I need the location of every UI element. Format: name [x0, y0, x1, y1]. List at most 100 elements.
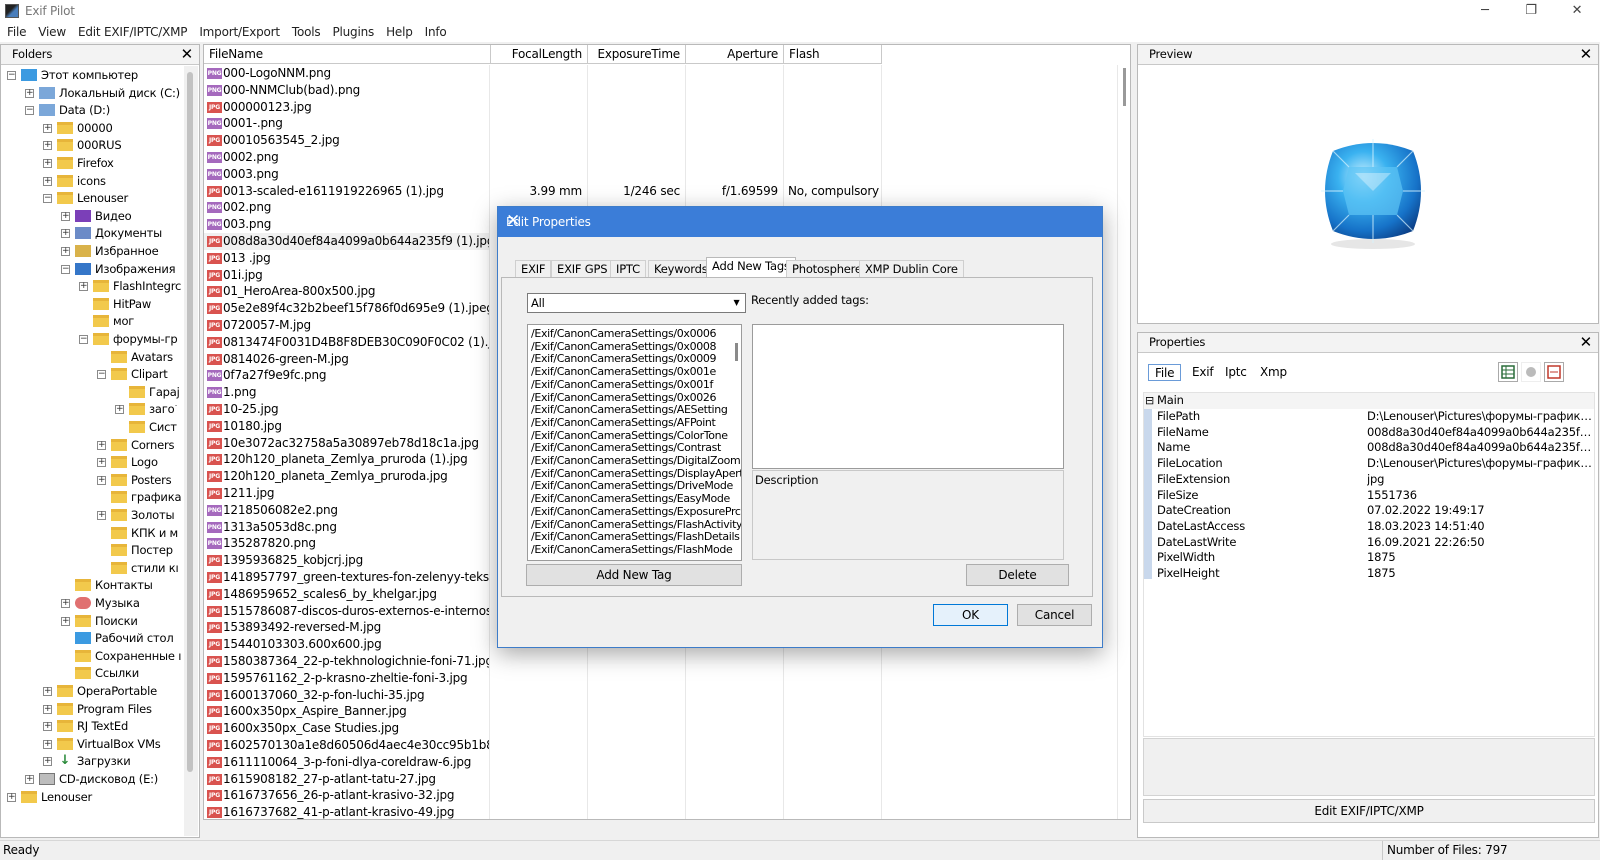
tree-node[interactable]: + VirtualBox VMs	[1, 736, 183, 753]
expand-icon[interactable]: +	[43, 159, 52, 168]
column-focallength[interactable]: FocalLength	[491, 45, 588, 64]
grid-view-icon[interactable]	[1498, 362, 1518, 382]
file-row[interactable]: PNG 000-NNMClub(bad).png	[204, 81, 1119, 99]
tree-node[interactable]: + загоׂ	[1, 401, 183, 418]
property-row[interactable]: DateCreation 07.02.2022 19:49:17	[1144, 503, 1594, 519]
file-row[interactable]: PNG 000-LogoNNM.png	[204, 65, 1119, 82]
close-window-button[interactable]: ✕	[1554, 0, 1600, 24]
menu-file[interactable]: File	[0, 24, 32, 40]
expand-icon[interactable]: +	[25, 775, 34, 784]
tree-node[interactable]: + Музыка	[1, 595, 183, 612]
tree-node[interactable]: + Firefox	[1, 155, 183, 172]
expand-icon[interactable]: +	[97, 440, 106, 450]
file-row[interactable]: JPG 1600137060_32-p-fon-luchi-35.jpg	[204, 686, 1119, 704]
collapse-icon[interactable]: −	[79, 335, 88, 344]
folder-tree-scrollbar[interactable]	[184, 66, 198, 836]
expand-icon[interactable]: +	[97, 475, 106, 485]
tag-list-item[interactable]: /Exif/CanonCameraSettings/EasyMode	[531, 492, 730, 505]
file-row[interactable]: JPG 000000123.jpg	[204, 98, 1119, 116]
expand-icon[interactable]: +	[43, 687, 52, 696]
expand-icon[interactable]: +	[61, 616, 70, 626]
tree-node[interactable]: КПК и м	[1, 525, 183, 542]
tag-list-item[interactable]: /Exif/CanonCameraSettings/ExposurePrc	[531, 505, 741, 518]
tag-list-item[interactable]: /Exif/CanonCameraSettings/AESetting	[531, 403, 728, 416]
edit-exif-button[interactable]: Edit EXIF/IPTC/XMP	[1143, 799, 1595, 823]
tree-node[interactable]: − Clipart	[1, 366, 183, 383]
tab-file[interactable]: File	[1148, 364, 1182, 381]
collapse-icon[interactable]: −	[7, 71, 16, 80]
tree-node[interactable]: стили кı	[1, 560, 183, 577]
maximize-button[interactable]: ❐	[1508, 0, 1554, 24]
tree-node[interactable]: + Program Files	[1, 701, 183, 718]
file-row[interactable]: JPG 1595761162_2-p-krasno-zheltie-foni-3.…	[204, 669, 1119, 687]
menu-info[interactable]: Info	[419, 24, 453, 40]
tree-node[interactable]: Ссылки	[1, 665, 183, 682]
property-row[interactable]: FileLocation D:\Lenouser\Pictures\форумы-…	[1144, 456, 1594, 472]
tree-node[interactable]: + Избранное	[1, 243, 183, 260]
expand-icon[interactable]: +	[61, 247, 70, 256]
group-main[interactable]: ⊟ Main	[1144, 393, 1594, 409]
tag-list-item[interactable]: /Exif/CanonCameraSettings/0x001f	[531, 378, 713, 391]
tree-node[interactable]: + Поиски	[1, 613, 183, 630]
column-aperture[interactable]: Aperture	[686, 45, 784, 64]
delete-tag-button[interactable]: Delete	[966, 564, 1069, 586]
property-row[interactable]: Name 008d8a30d40ef84a4099a0b644a235f9 ...	[1144, 440, 1594, 456]
expand-icon[interactable]: +	[43, 739, 52, 749]
tree-node[interactable]: − Этот компьютер	[1, 67, 183, 84]
tree-node[interactable]: +000RUS	[1, 137, 183, 154]
tree-node[interactable]: HitPaw	[1, 296, 183, 313]
expand-icon[interactable]: +	[61, 229, 70, 239]
tab-add-new-tags[interactable]: Add New Tags	[706, 257, 796, 279]
recently-added-list[interactable]	[752, 324, 1064, 469]
expand-icon[interactable]: +	[43, 757, 52, 767]
tree-node[interactable]: + CD-дисковод (E:)	[1, 771, 183, 788]
tree-node[interactable]: + FlashIntegrc	[1, 278, 183, 295]
tree-node[interactable]: Сист	[1, 419, 183, 436]
tag-list-item[interactable]: /Exif/CanonCameraSettings/0x0026	[531, 391, 717, 404]
file-row[interactable]: JPG 1611110064_3-p-foni-dlya-coreldraw-6.…	[204, 753, 1119, 771]
close-properties-icon[interactable]: ✕	[1580, 333, 1593, 352]
file-row[interactable]: PNG 0003.png	[204, 165, 1119, 183]
tree-node[interactable]: + OperaPortable	[1, 683, 183, 700]
tree-node[interactable]: + Золоты	[1, 507, 183, 524]
tree-node[interactable]: + Logo	[1, 454, 183, 471]
menu-tools[interactable]: Tools	[286, 24, 327, 40]
column-filename[interactable]: FileName	[204, 45, 491, 64]
expand-icon[interactable]: +	[61, 599, 70, 608]
expand-icon[interactable]: +	[43, 123, 52, 133]
file-row[interactable]: JPG 1615908182_27-p-atlant-tatu-27.jpg	[204, 770, 1119, 788]
tag-list-item[interactable]: /Exif/CanonCameraSettings/0x0008	[531, 340, 717, 353]
tab-iptc[interactable]: IPTC	[610, 260, 646, 278]
expand-icon[interactable]: +	[43, 176, 52, 186]
tree-node[interactable]: + Corners	[1, 437, 183, 454]
minimize-button[interactable]: ─	[1462, 0, 1508, 24]
file-row[interactable]: JPG 0013-scaled-e1611919226965 (1).jpg 3.9…	[204, 182, 1119, 200]
tree-node[interactable]: + ↓ Загрузки	[1, 753, 183, 770]
tree-node[interactable]: + Posters	[1, 472, 183, 489]
column-exposuretime[interactable]: ExposureTime	[588, 45, 686, 64]
expand-icon[interactable]: +	[115, 405, 124, 415]
file-row[interactable]: PNG 0001-.png	[204, 115, 1119, 133]
collapse-icon[interactable]: ⊟	[1145, 393, 1154, 408]
tag-list-item[interactable]: /Exif/CanonCameraSettings/DriveMode	[531, 479, 733, 492]
property-row[interactable]: FileSize 1551736	[1144, 488, 1594, 504]
tag-list-item[interactable]: /Exif/CanonCameraSettings/FlashDetails	[531, 530, 740, 543]
menu-plugins[interactable]: Plugins	[326, 24, 380, 40]
sort-icon[interactable]	[1521, 362, 1541, 382]
folder-tree[interactable]: − Этот компьютер + Локальный диск (C:) − Data…	[1, 66, 183, 837]
file-row[interactable]: JPG 1616737656_26-p-atlant-krasivo-32.jpg	[204, 787, 1119, 805]
tree-node[interactable]: Гараj	[1, 384, 183, 401]
collapse-icon[interactable]: −	[43, 194, 52, 204]
tree-node[interactable]: + Lenouser	[1, 789, 183, 806]
tab-xmp-dublin-core[interactable]: XMP Dublin Core	[859, 260, 964, 278]
scrollbar-thumb[interactable]	[735, 343, 738, 361]
scrollbar-thumb[interactable]	[1123, 68, 1126, 106]
tag-list-item[interactable]: /Exif/CanonCameraSettings/DisplayApert	[531, 467, 741, 480]
property-row[interactable]: FileExtension jpg	[1144, 472, 1594, 488]
file-row[interactable]: JPG 1600x350px_Case Studies.jpg	[204, 720, 1119, 738]
tree-node[interactable]: графика	[1, 489, 183, 506]
expand-icon[interactable]: +	[97, 458, 106, 468]
add-new-tag-button[interactable]: Add New Tag	[526, 564, 742, 586]
tab-photosphere[interactable]: Photosphere	[786, 260, 868, 278]
expand-icon[interactable]: +	[7, 792, 16, 802]
